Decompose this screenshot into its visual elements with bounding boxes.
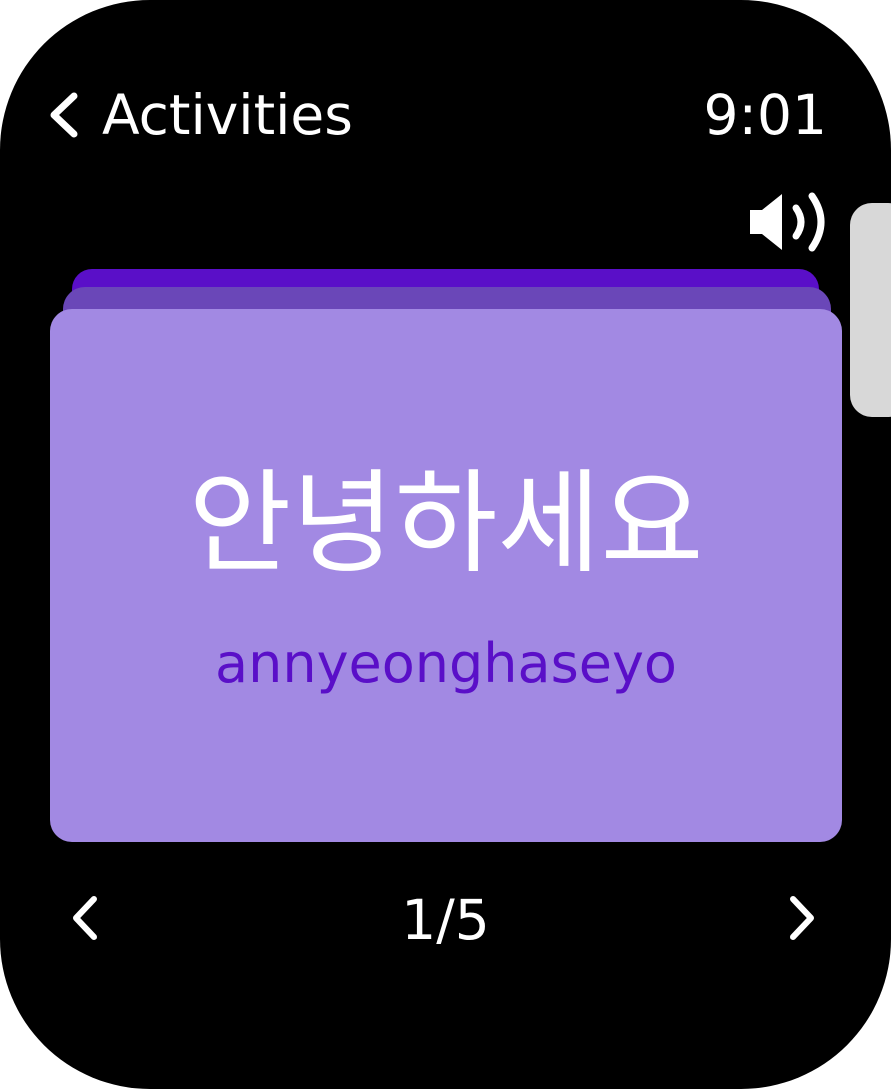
- back-button[interactable]: Activities: [46, 82, 353, 148]
- scroll-crown[interactable]: [850, 203, 891, 417]
- back-label: Activities: [102, 83, 353, 147]
- flashcard-romanization: annyeonghaseyo: [215, 632, 677, 695]
- chevron-left-icon: [46, 90, 80, 140]
- card-counter: 1/5: [401, 888, 490, 952]
- next-card-button[interactable]: [772, 890, 832, 950]
- flashcard-word: 안녕하세요: [188, 459, 704, 589]
- flashcard[interactable]: 안녕하세요 annyeonghaseyo: [50, 309, 842, 842]
- watch-screen: Activities 9:01 안녕하세요 annyeonghaseyo 1/5: [0, 0, 891, 1089]
- chevron-right-icon: [785, 893, 819, 947]
- speaker-icon[interactable]: [748, 190, 834, 254]
- clock: 9:01: [703, 83, 827, 147]
